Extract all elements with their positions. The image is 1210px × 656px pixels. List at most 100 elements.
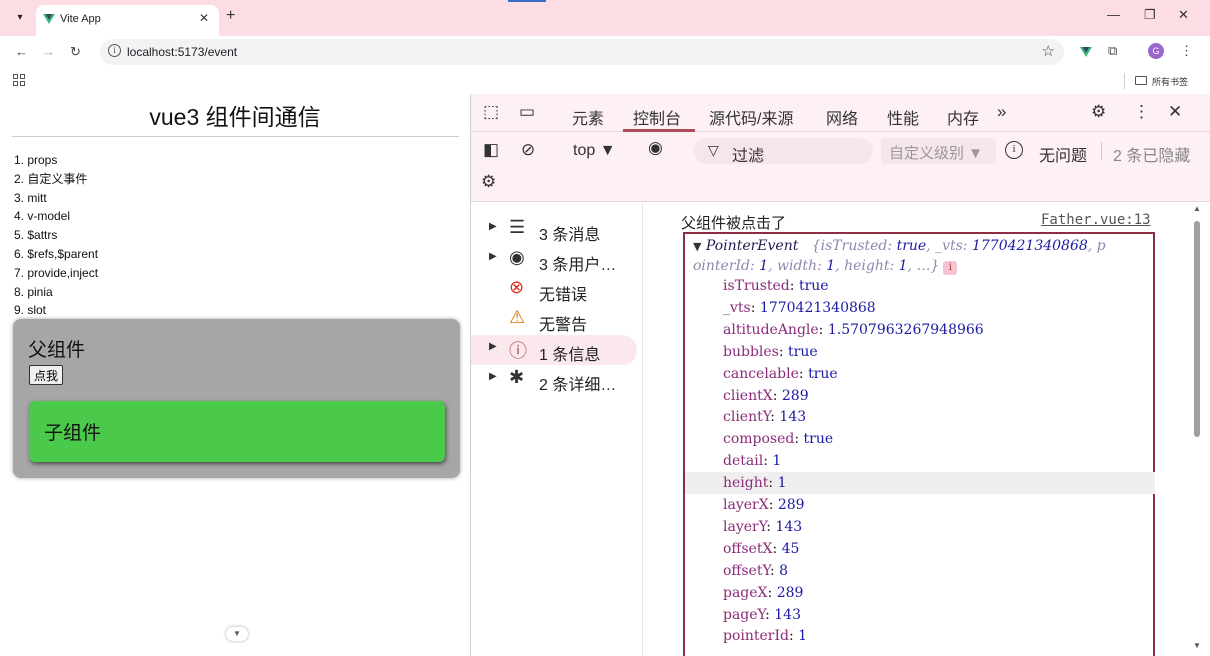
expand-arrow-icon[interactable]: ▶ bbox=[489, 251, 497, 262]
menu-item[interactable]: 9. slot bbox=[14, 301, 98, 320]
property-row[interactable]: detail: 1 bbox=[685, 450, 1155, 472]
bookmark-star-icon[interactable]: ☆ bbox=[1042, 42, 1055, 60]
issues-info-icon[interactable]: i bbox=[1005, 141, 1023, 159]
toolbar-divider bbox=[1101, 142, 1102, 160]
object-info-badge-icon[interactable]: i bbox=[943, 260, 958, 275]
forward-icon[interactable]: → bbox=[42, 44, 55, 59]
tab-close-icon[interactable]: ✕ bbox=[199, 11, 209, 25]
property-row[interactable]: offsetY: 8 bbox=[685, 560, 1155, 582]
clear-console-icon[interactable]: ⊘ bbox=[521, 140, 535, 160]
pointer-event-object[interactable]: ▼ PointerEvent {isTrusted: true, _vts: 1… bbox=[683, 232, 1155, 656]
console-toolbar: ◧ ⊘ top ▼ ◉ ▽ 过滤 自定义级别 ▼ i 无问题 2 条已隐藏 ⚙ bbox=[471, 132, 1210, 202]
menu-item[interactable]: 7. provide,inject bbox=[14, 264, 98, 283]
apps-grid-icon[interactable] bbox=[13, 74, 25, 86]
extensions-icon[interactable]: ⧉ bbox=[1108, 43, 1117, 59]
browser-tab[interactable]: Vite App ✕ bbox=[36, 5, 219, 36]
property-row[interactable]: pageX: 289 bbox=[685, 582, 1155, 604]
scroll-down-icon[interactable]: ▼ bbox=[226, 627, 248, 641]
devtools-panel: ⬚ ▭ 元素 控制台 源代码/来源 网络 性能 内存 » ⚙ ⋮ ✕ ◧ ⊘ t… bbox=[470, 94, 1210, 656]
address-bar[interactable]: i localhost:5173/event ☆ bbox=[100, 39, 1064, 65]
log-levels-dropdown[interactable]: 自定义级别 ▼ bbox=[881, 138, 996, 164]
expand-arrow-icon[interactable]: ▶ bbox=[489, 341, 497, 352]
tab-performance[interactable]: 性能 bbox=[887, 105, 919, 129]
browser-menu-icon[interactable]: ⋮ bbox=[1180, 43, 1193, 59]
tab-network[interactable]: 网络 bbox=[826, 105, 858, 129]
live-expression-eye-icon[interactable]: ◉ bbox=[648, 138, 663, 158]
tab-search-chevron-icon[interactable]: ▾ bbox=[10, 8, 30, 28]
menu-item[interactable]: 3. mitt bbox=[14, 189, 98, 208]
expand-arrow-icon[interactable]: ▶ bbox=[489, 371, 497, 382]
property-row[interactable]: offsetX: 45 bbox=[685, 538, 1155, 560]
devtools-menu-icon[interactable]: ⋮ bbox=[1133, 102, 1150, 122]
filter-input[interactable]: ▽ 过滤 bbox=[694, 138, 873, 165]
devtools-close-icon[interactable]: ✕ bbox=[1168, 102, 1182, 122]
menu-item[interactable]: 5. $attrs bbox=[14, 226, 98, 245]
log-source-link[interactable]: Father.vue:13 bbox=[1041, 212, 1151, 228]
tab-elements[interactable]: 元素 bbox=[572, 105, 604, 129]
object-summary[interactable]: ▼ PointerEvent {isTrusted: true, _vts: 1… bbox=[693, 237, 1149, 276]
site-info-icon[interactable]: i bbox=[108, 44, 121, 57]
father-component[interactable]: 父组件 点我 子组件 bbox=[13, 319, 460, 478]
vue-devtools-extension-icon[interactable] bbox=[1080, 47, 1092, 57]
summary-text: , _vts: bbox=[926, 238, 972, 254]
property-row[interactable]: _vts: 1770421340868 bbox=[685, 297, 1155, 319]
tab-sources[interactable]: 源代码/来源 bbox=[709, 105, 793, 129]
scrollbar-thumb[interactable] bbox=[1194, 221, 1200, 437]
restore-icon[interactable]: ❐ bbox=[1144, 7, 1156, 23]
tab-memory[interactable]: 内存 bbox=[947, 105, 979, 129]
filter-placeholder: 过滤 bbox=[732, 148, 765, 165]
menu-item[interactable]: 2. 自定义事件 bbox=[14, 170, 98, 189]
property-row[interactable]: layerY: 143 bbox=[685, 516, 1155, 538]
inspect-element-icon[interactable]: ⬚ bbox=[483, 102, 499, 122]
sidebar-item-warnings[interactable]: ⚠ 无警告 bbox=[471, 305, 637, 335]
property-row[interactable]: pageY: 143 bbox=[685, 604, 1155, 626]
issues-status[interactable]: 无问题 bbox=[1039, 142, 1087, 166]
console-scrollbar[interactable]: ▲ ▼ bbox=[1191, 203, 1203, 656]
property-row[interactable]: clientX: 289 bbox=[685, 385, 1155, 407]
property-value: 289 bbox=[776, 584, 804, 601]
sidebar-item-label: 1 条信息 bbox=[539, 347, 601, 364]
all-bookmarks-link[interactable]: 所有书签 bbox=[1152, 75, 1188, 88]
property-row[interactable]: pointerId: 1 bbox=[685, 625, 1155, 647]
property-row[interactable]: height: 1 bbox=[685, 472, 1155, 495]
menu-item[interactable]: 1. props bbox=[14, 151, 98, 170]
back-icon[interactable]: ← bbox=[15, 44, 28, 59]
reload-icon[interactable]: ↻ bbox=[70, 44, 81, 60]
property-value: 8 bbox=[779, 562, 789, 579]
child-title: 子组件 bbox=[44, 423, 102, 444]
profile-avatar[interactable]: G bbox=[1148, 43, 1164, 59]
menu-item[interactable]: 6. $refs,$parent bbox=[14, 245, 98, 264]
collapse-arrow-icon[interactable]: ▼ bbox=[693, 240, 701, 253]
click-me-button[interactable]: 点我 bbox=[29, 365, 64, 385]
scroll-down-arrow-icon[interactable]: ▼ bbox=[1193, 641, 1201, 650]
window-close-icon[interactable]: ✕ bbox=[1178, 7, 1189, 23]
context-selector[interactable]: top ▼ bbox=[573, 142, 616, 160]
sidebar-item-verbose[interactable]: ▶ ✱ 2 条详细… bbox=[471, 365, 637, 395]
tab-console[interactable]: 控制台 bbox=[633, 105, 681, 129]
property-row[interactable]: isTrusted: true bbox=[685, 275, 1155, 297]
console-settings-icon[interactable]: ⚙ bbox=[481, 172, 496, 192]
device-toolbar-icon[interactable]: ▭ bbox=[519, 102, 535, 122]
menu-item[interactable]: 8. pinia bbox=[14, 283, 98, 302]
property-row[interactable]: altitudeAngle: 1.5707963267948966 bbox=[685, 319, 1155, 341]
property-row[interactable]: composed: true bbox=[685, 428, 1155, 450]
warning-icon: ⚠ bbox=[509, 307, 526, 327]
settings-gear-icon[interactable]: ⚙ bbox=[1091, 102, 1106, 122]
expand-arrow-icon[interactable]: ▶ bbox=[489, 221, 497, 232]
more-tabs-icon[interactable]: » bbox=[997, 102, 1006, 122]
property-row[interactable]: layerX: 289 bbox=[685, 494, 1155, 516]
new-tab-icon[interactable]: + bbox=[226, 7, 235, 25]
sidebar-item-info[interactable]: ▶ ⓘ 1 条信息 bbox=[471, 335, 637, 365]
sidebar-item-errors[interactable]: ⊗ 无错误 bbox=[471, 275, 637, 305]
property-row[interactable]: bubbles: true bbox=[685, 341, 1155, 363]
property-key: offsetY bbox=[723, 562, 770, 579]
property-row[interactable]: cancelable: true bbox=[685, 363, 1155, 385]
property-row[interactable]: clientY: 143 bbox=[685, 406, 1155, 428]
sidebar-item-messages[interactable]: ▶ ☰ 3 条消息 bbox=[471, 215, 637, 245]
minimize-icon[interactable]: — bbox=[1107, 7, 1120, 22]
sidebar-toggle-icon[interactable]: ◧ bbox=[483, 140, 499, 160]
scroll-up-arrow-icon[interactable]: ▲ bbox=[1193, 204, 1201, 213]
sidebar-item-user-messages[interactable]: ▶ ◉ 3 条用户… bbox=[471, 245, 637, 275]
menu-item[interactable]: 4. v-model bbox=[14, 207, 98, 226]
child-component[interactable]: 子组件 bbox=[29, 401, 445, 462]
